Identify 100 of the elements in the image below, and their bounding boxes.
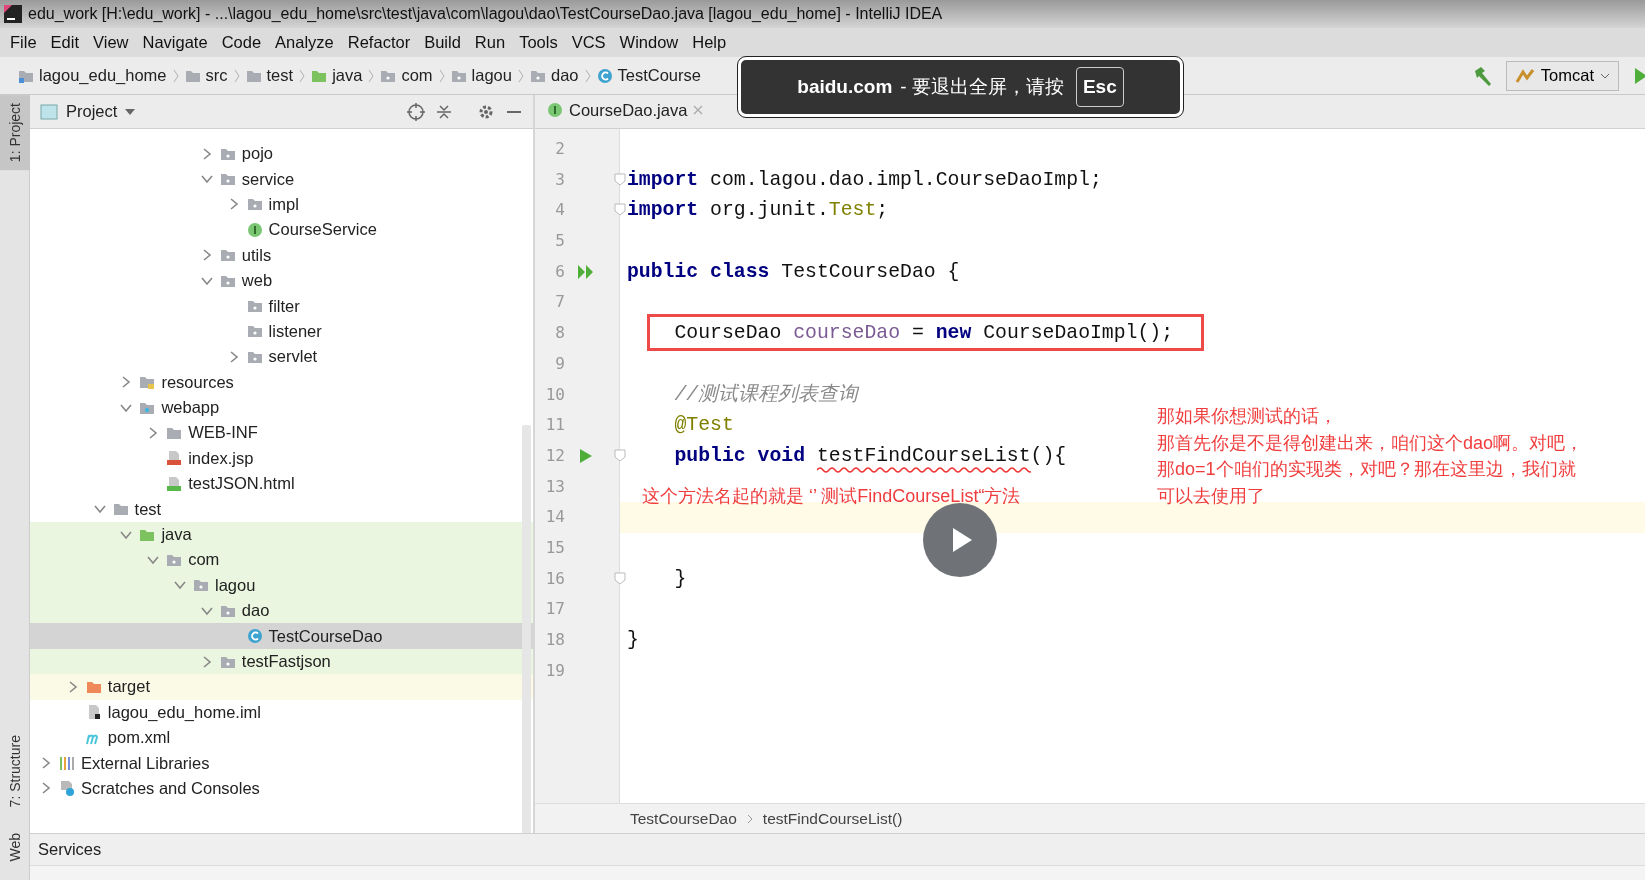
tree-item[interactable]: WEB-INF: [188, 423, 258, 443]
folder-icon: [246, 196, 263, 213]
editor-tab[interactable]: CourseDao.java: [535, 95, 712, 128]
line-number: 19: [545, 659, 565, 682]
tree-item[interactable]: web: [241, 271, 273, 291]
menu-item[interactable]: Run: [468, 30, 514, 55]
tree-item[interactable]: java: [161, 525, 192, 545]
line-number: 15: [545, 536, 565, 559]
tree-item[interactable]: External Libraries: [81, 753, 210, 773]
tree-row[interactable]: target: [30, 674, 533, 700]
tree-item[interactable]: impl: [268, 194, 299, 214]
tree-item[interactable]: service: [241, 169, 295, 189]
chevron-down-icon[interactable]: [174, 579, 186, 592]
tree-item[interactable]: listener: [268, 321, 322, 341]
breadcrumb-item[interactable]: lagou: [450, 66, 512, 85]
collapse-icon[interactable]: [435, 102, 453, 121]
menu-item[interactable]: Analyze: [269, 30, 342, 55]
annotation-text: 这个方法名起的就是 ‘’ 测试FindCourseList“方法: [642, 485, 1021, 508]
tree-item[interactable]: TestCourseDao: [268, 626, 383, 646]
folder-icon: [112, 501, 129, 518]
chevron-right-icon[interactable]: [40, 757, 52, 770]
separator-icon: [517, 68, 524, 83]
caret-icon: [125, 108, 136, 115]
menu-item[interactable]: Navigate: [136, 30, 216, 55]
tree-item[interactable]: webapp: [161, 398, 220, 418]
run-config-dropdown[interactable]: Tomcat: [1505, 60, 1619, 91]
menu-item[interactable]: VCS: [565, 30, 614, 55]
run-icon[interactable]: [580, 448, 592, 463]
tree-item[interactable]: utils: [241, 245, 272, 265]
tree-row[interactable]: java: [30, 521, 533, 548]
scrollbar[interactable]: [522, 425, 531, 834]
tree-item[interactable]: lagou: [215, 575, 256, 595]
tool-window-tab[interactable]: 1: Project: [0, 95, 30, 171]
tree-item[interactable]: com: [188, 550, 220, 570]
breadcrumb-item[interactable]: lagou_edu_home: [18, 66, 167, 85]
site-name: baidu.com: [797, 76, 893, 98]
tree-item[interactable]: target: [107, 677, 150, 697]
menu-item[interactable]: File: [4, 30, 45, 55]
menu-item[interactable]: Help: [686, 30, 735, 55]
breadcrumb-item[interactable]: testFindCourseList(): [762, 809, 903, 828]
tree-row[interactable]: testFastjson: [30, 648, 533, 675]
menu-item[interactable]: Code: [215, 30, 270, 55]
tree-row[interactable]: dao: [30, 598, 533, 624]
tree-item[interactable]: testJSON.html: [188, 474, 295, 494]
separator-icon: [746, 813, 753, 824]
tree-row[interactable]: TestCourseDao: [30, 623, 533, 649]
tree-row[interactable]: lagou: [30, 572, 533, 599]
tree-item[interactable]: testFastjson: [241, 652, 331, 671]
line-number: 4: [555, 199, 565, 222]
breadcrumb-item[interactable]: dao: [529, 66, 579, 85]
app-icon: [4, 5, 22, 23]
play-button[interactable]: [923, 503, 997, 577]
line-number: 7: [555, 291, 565, 314]
tree-item[interactable]: index.jsp: [188, 448, 254, 468]
chevron-down-icon[interactable]: [200, 173, 213, 186]
menu-item[interactable]: Refactor: [341, 30, 419, 55]
breadcrumb-item[interactable]: com: [380, 66, 433, 85]
tree-item[interactable]: servlet: [268, 347, 318, 367]
file-icon: [166, 475, 183, 492]
breadcrumb-item[interactable]: test: [245, 66, 294, 85]
tree-item[interactable]: CourseService: [268, 220, 377, 240]
chevron-right-icon[interactable]: [120, 376, 133, 389]
tree-item[interactable]: lagou_edu_home.iml: [107, 702, 261, 722]
code-line: import org.junit.Test;: [626, 198, 889, 224]
tree-item[interactable]: dao: [241, 601, 270, 621]
line-number: 14: [545, 506, 565, 529]
code-line: public class TestCourseDao {: [626, 259, 960, 285]
line-number: 3: [555, 168, 565, 191]
folder-icon: [219, 247, 236, 264]
line-number: 12: [545, 444, 565, 467]
tree-item[interactable]: filter: [268, 296, 300, 316]
separator-icon: [368, 68, 375, 83]
breadcrumb-item[interactable]: src: [184, 66, 228, 85]
run-all-icon[interactable]: [578, 264, 594, 279]
menu-item[interactable]: Tools: [513, 30, 566, 55]
menu-item[interactable]: View: [87, 30, 137, 55]
breadcrumb-item[interactable]: TestCourseDao: [630, 809, 737, 828]
menu-item[interactable]: Window: [613, 30, 687, 55]
locate-icon[interactable]: [407, 102, 425, 121]
tree-item[interactable]: Scratches and Consoles: [81, 778, 260, 798]
line-number: 16: [545, 567, 565, 590]
tree-item[interactable]: pojo: [241, 144, 273, 164]
breadcrumb-item[interactable]: TestCourse: [596, 66, 701, 85]
tool-window-tab[interactable]: Web: [0, 825, 30, 870]
chevron-right-icon[interactable]: [147, 427, 160, 439]
caret-icon: [1600, 72, 1610, 79]
tree-item[interactable]: pom.xml: [107, 728, 171, 748]
tree-item[interactable]: test: [134, 499, 162, 519]
chevron-down-icon[interactable]: [93, 503, 106, 516]
tree-item[interactable]: resources: [161, 372, 234, 392]
project-view-dropdown[interactable]: Project: [40, 102, 136, 121]
breadcrumb-item[interactable]: java: [311, 66, 363, 85]
separator-icon: [172, 68, 179, 83]
tool-window-tab[interactable]: 7: Structure: [0, 727, 30, 816]
code-line: import com.lagou.dao.impl.CourseDaoImpl;: [626, 167, 1102, 193]
chevron-right-icon[interactable]: [40, 782, 52, 795]
tool-window-title: Services: [38, 840, 102, 860]
tree-row[interactable]: com: [30, 547, 533, 573]
menu-item[interactable]: Edit: [44, 30, 88, 55]
menu-item[interactable]: Build: [418, 30, 469, 55]
